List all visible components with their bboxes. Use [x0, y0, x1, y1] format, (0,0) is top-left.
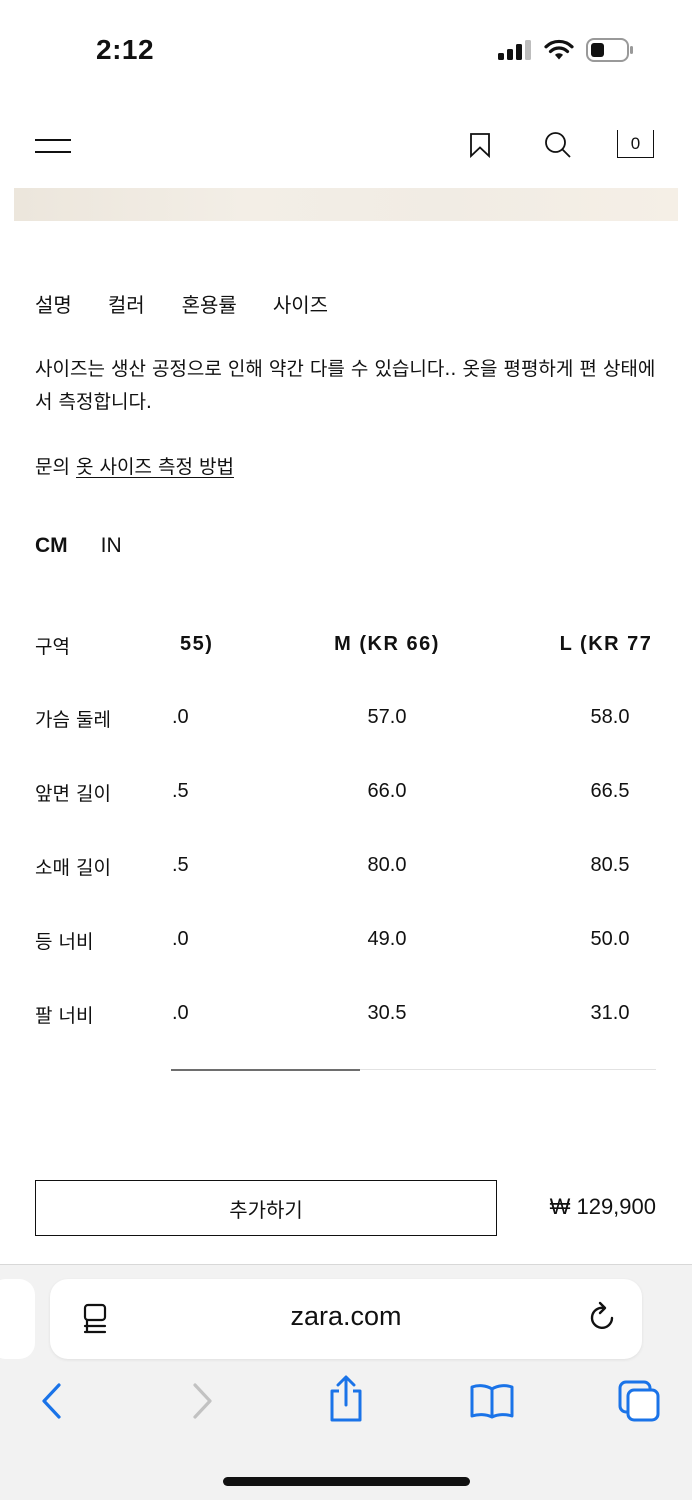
table-cell: 66.0 [367, 780, 407, 802]
tabs-icon[interactable] [617, 1379, 661, 1423]
bag-count: 0 [630, 133, 641, 153]
table-cell: .5 [172, 780, 189, 802]
previous-tab-card[interactable] [0, 1279, 35, 1359]
column-header-l: L (KR 77 [559, 633, 653, 655]
wifi-icon [544, 39, 574, 60]
table-cell: 57.0 [367, 706, 407, 728]
tab-composition[interactable]: 혼용률 [182, 289, 237, 318]
back-icon[interactable] [40, 1381, 64, 1421]
size-description: 사이즈는 생산 공정으로 인해 약간 다를 수 있습니다.. 옷을 평평하게 편… [35, 358, 656, 413]
column-header-m: M (KR 66) [334, 633, 440, 655]
address-bar[interactable]: zara.com [50, 1279, 642, 1359]
status-bar: 2:12 [0, 0, 692, 100]
status-icons [498, 38, 634, 62]
product-price: ₩ 129,900 [549, 1194, 656, 1219]
product-image-strip [14, 188, 678, 221]
table-cell: 50.0 [590, 928, 630, 950]
top-nav: 0 [0, 110, 692, 180]
table-cell: 31.0 [590, 1002, 630, 1024]
table-cell: .0 [172, 1002, 189, 1024]
table-cell: .0 [172, 706, 189, 728]
row-label-chest: 가슴 둘레 [35, 709, 111, 731]
browser-bottom-bar: zara.com [0, 1264, 692, 1500]
forward-icon[interactable] [190, 1381, 214, 1421]
search-icon[interactable] [543, 130, 573, 160]
table-cell: 80.5 [590, 854, 630, 876]
browser-toolbar [0, 1373, 692, 1433]
home-indicator [223, 1477, 470, 1486]
table-cell: 49.0 [367, 928, 407, 950]
unit-in-option[interactable]: IN [101, 534, 122, 558]
battery-icon [586, 38, 633, 62]
shopping-bag-icon[interactable]: 0 [617, 130, 654, 158]
table-cell: .5 [172, 854, 189, 876]
row-label-front-length: 앞면 길이 [35, 783, 111, 805]
row-label-sleeve-length: 소매 길이 [35, 857, 111, 879]
table-scrollbar-thumb[interactable] [171, 1069, 360, 1071]
measure-guide-link[interactable]: 옷 사이즈 측정 방법 [76, 456, 234, 478]
table-cell: 30.5 [367, 1002, 407, 1024]
unit-toggle: CM IN [35, 534, 122, 558]
tab-size[interactable]: 사이즈 [273, 289, 328, 318]
unit-cm-option[interactable]: CM [35, 534, 68, 558]
tab-color[interactable]: 컬러 [108, 289, 145, 318]
product-info-tabs: 설명 컬러 혼용률 사이즈 [35, 289, 364, 318]
tab-description[interactable]: 설명 [35, 289, 72, 318]
url-text[interactable]: zara.com [50, 1301, 642, 1332]
table-cell: .0 [172, 928, 189, 950]
column-header-clipped: 55) [180, 633, 214, 655]
row-label-back-width: 등 너비 [35, 931, 94, 953]
status-time: 2:12 [96, 34, 155, 65]
row-label-arm-width: 팔 너비 [35, 1005, 94, 1027]
table-cell: 80.0 [367, 854, 407, 876]
table-cell: 66.5 [590, 780, 630, 802]
bookmarks-icon[interactable] [469, 1383, 515, 1419]
add-to-cart-button[interactable]: 추가하기 [35, 1180, 497, 1236]
cellular-signal-icon [498, 40, 531, 60]
table-cell: 58.0 [590, 706, 630, 728]
hamburger-menu-icon[interactable] [35, 137, 71, 157]
table-corner-label: 구역 [35, 636, 70, 658]
measure-guide: 문의 옷 사이즈 측정 방법 [35, 452, 234, 479]
guide-prefix: 문의 [35, 456, 70, 478]
share-icon[interactable] [327, 1375, 365, 1423]
reload-icon[interactable] [588, 1301, 618, 1333]
bookmark-icon[interactable] [468, 132, 492, 158]
